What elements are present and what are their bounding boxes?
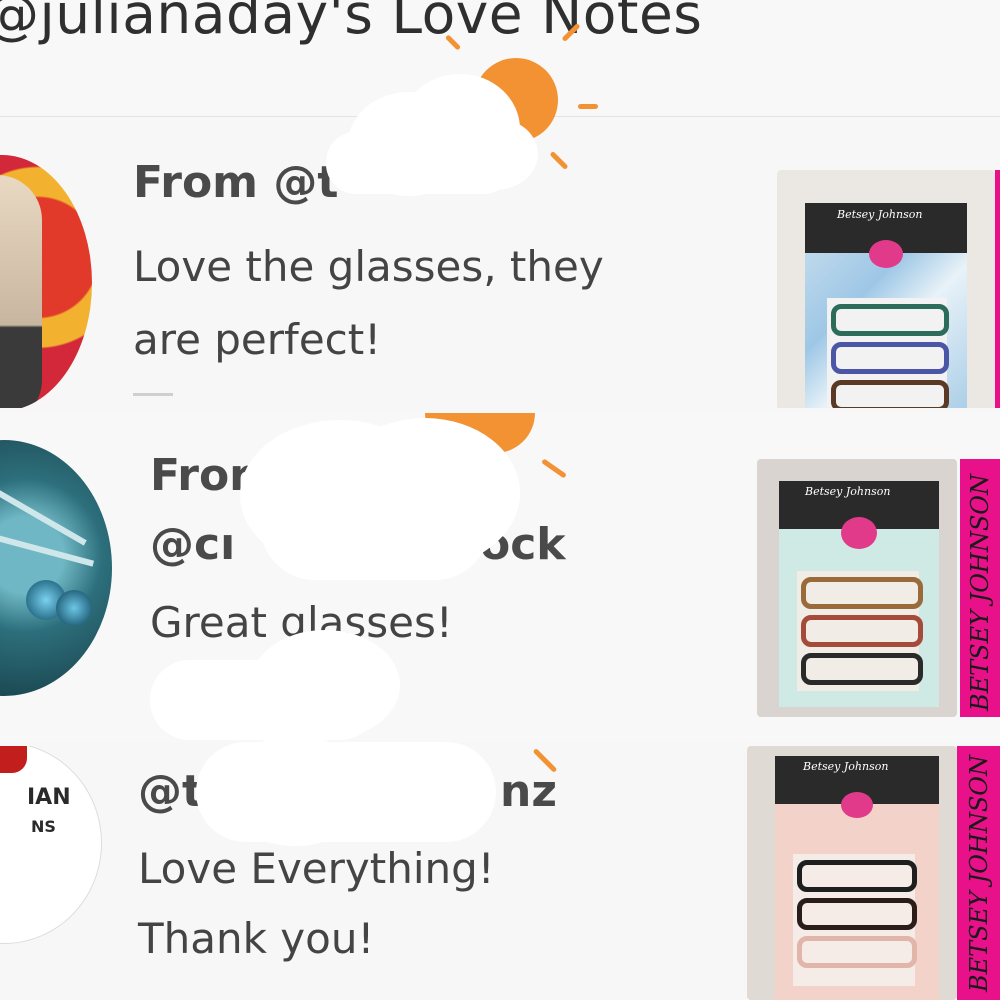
avatar[interactable]: [0, 155, 92, 408]
avatar-text-2: NS: [31, 817, 56, 836]
redaction-cloud: [220, 736, 370, 846]
note-from-end: nz: [500, 766, 557, 817]
redaction-cloud: [250, 630, 400, 740]
note-from-line-2: @cı: [150, 519, 236, 570]
brand-sidebar: BETSEY JOHNSON: [957, 746, 1000, 1000]
redaction-cloud: [326, 132, 514, 194]
note-from: From @t: [133, 157, 339, 208]
sun-ray: [578, 104, 598, 109]
product-image[interactable]: Betsey Johnson: [777, 170, 995, 408]
redaction-cloud: [260, 470, 490, 580]
note-message-line-1: Love Everything!: [138, 844, 495, 893]
product-image[interactable]: Betsey Johnson: [757, 459, 957, 717]
brand-sidebar-label: BETSEY JOHNSON: [965, 755, 993, 992]
love-note-card-3[interactable]: IAN NS @t nz Love Everything! Thank you!…: [0, 746, 1000, 1000]
page-title: @julianaday's Love Notes: [0, 0, 703, 46]
note-message-line-2: Thank you!: [138, 914, 375, 963]
product-brand: Betsey Johnson: [803, 760, 889, 773]
avatar[interactable]: [0, 440, 112, 696]
product-brand: Betsey Johnson: [805, 485, 891, 498]
brand-sidebar: BETSEY JOHNSON: [960, 459, 1000, 717]
product-image[interactable]: Betsey Johnson: [747, 746, 957, 1000]
note-from: @t: [138, 766, 204, 817]
note-message-line-2: are perfect!: [133, 315, 382, 364]
note-from-line-1: Fror: [150, 450, 251, 501]
product-brand: Betsey Johnson: [837, 208, 923, 221]
brand-sidebar: [995, 170, 1000, 408]
note-message-line-1: Love the glasses, they: [133, 242, 604, 291]
brand-sidebar-label: BETSEY JOHNSON: [966, 474, 994, 711]
note-timestamp: [133, 393, 173, 406]
avatar[interactable]: IAN NS: [0, 746, 102, 944]
avatar-text-1: IAN: [27, 785, 71, 810]
